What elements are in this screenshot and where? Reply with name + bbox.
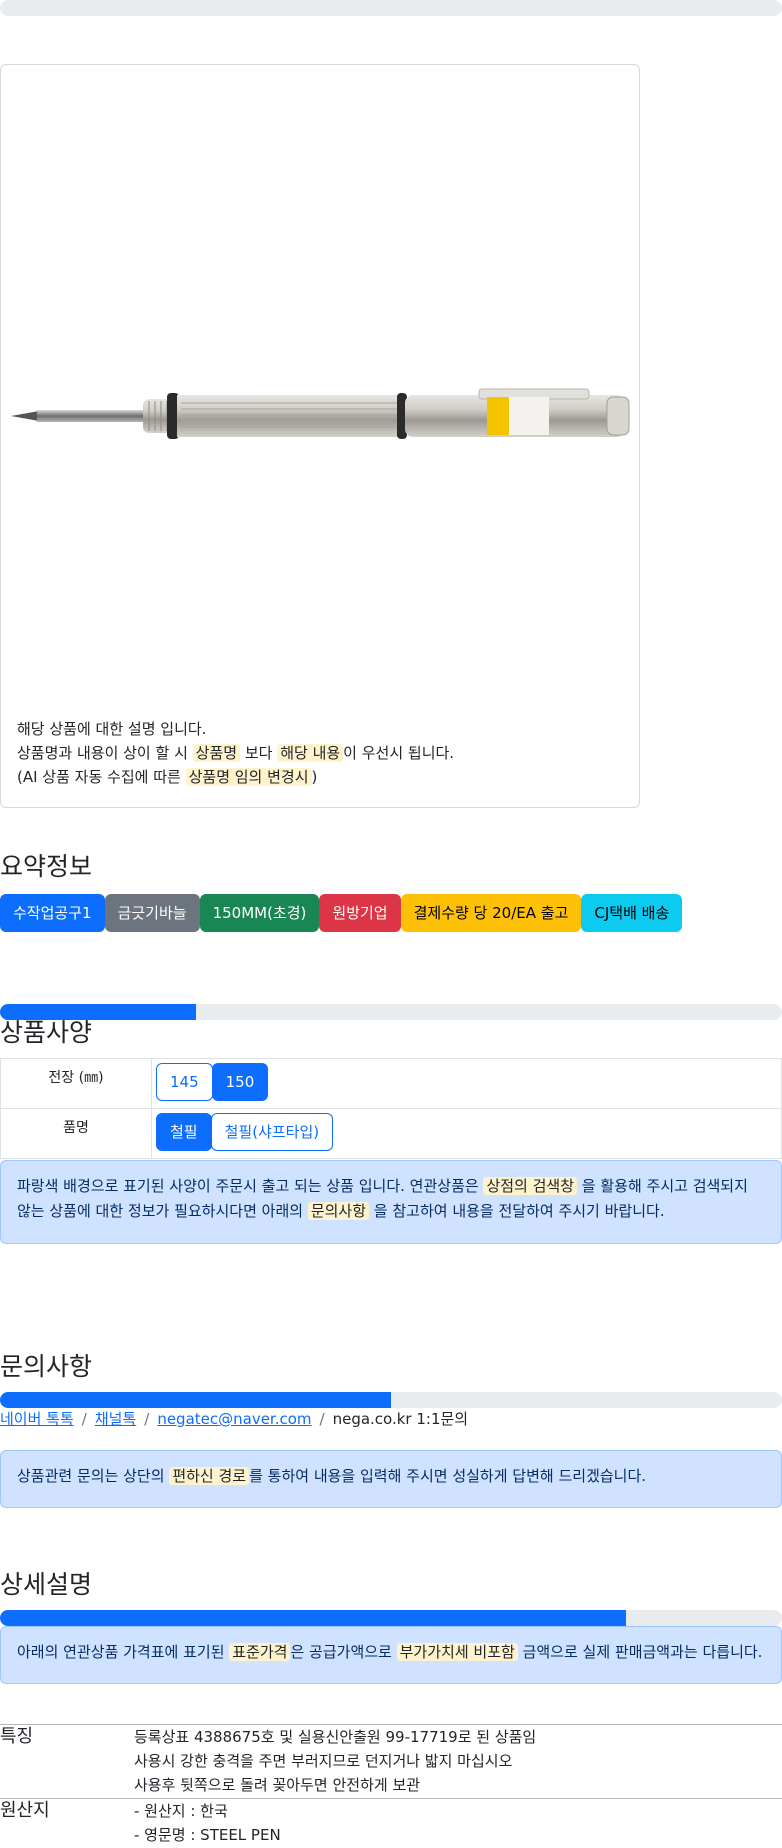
feature-row: 특징 등록상표 4388675호 및 실용신안출원 99-17719로 된 상품…: [0, 1724, 782, 1798]
option-steel-pen[interactable]: 철필: [156, 1113, 212, 1151]
link-channel-talk[interactable]: 채널톡: [95, 1410, 136, 1428]
link-email[interactable]: negatec@naver.com: [157, 1410, 311, 1428]
option-150[interactable]: 150: [211, 1063, 269, 1101]
feature-line: 사용시 강한 충격을 주면 부러지므로 던지거나 밟지 마십시오: [134, 1752, 513, 1770]
detail-progress-fill: [0, 1610, 626, 1626]
notice-text: (AI 상품 자동 수집에 따른: [17, 768, 186, 786]
spec-progress-bar: [0, 1004, 782, 1020]
spec-options-length: 145 150: [151, 1058, 782, 1109]
link-naver-talk[interactable]: 네이버 톡톡: [0, 1410, 74, 1428]
steel-pen-product-image: [11, 388, 630, 439]
alert-text: 파랑색 배경으로 표기된 사양이 주문시 출고 되는 상품 입니다. 연관상품은: [17, 1177, 484, 1195]
inquiry-title: 문의사항: [0, 1352, 93, 1381]
detail-alert-text: 아래의 연관상품 가격표에 표기된 표준가격 은 공급가액으로 부가가치세 비포함…: [17, 1640, 765, 1665]
feature-line: 등록상표 4388675호 및 실용신안출원 99-17719로 된 상품임: [134, 1728, 537, 1746]
alert-text: 아래의 연관상품 가격표에 표기된: [17, 1643, 230, 1661]
top-progress-bar: [0, 0, 782, 16]
spec-alert: 파랑색 배경으로 표기된 사양이 주문시 출고 되는 상품 입니다. 연관상품은…: [0, 1160, 782, 1244]
origin-line: - 원산지 : 한국: [134, 1802, 228, 1820]
badge-shipping: CJ택배 배송: [581, 894, 683, 932]
notice-line-2: 상품명과 내용이 상이 할 시 상품명 보다 해당 내용 이 우선시 됩니다.: [17, 741, 454, 765]
spec-options-name: 철필 철필(샤프타입): [151, 1108, 782, 1159]
highlight-channel: 편하신 경로: [169, 1467, 250, 1485]
origin-lines: - 원산지 : 한국 - 영문명 : STEEL PEN: [134, 1799, 281, 1847]
badge-product-type: 금긋기바늘: [104, 894, 200, 932]
origin-label: 원산지: [0, 1800, 50, 1821]
separator: /: [319, 1410, 325, 1428]
highlight-vat-excluded: 부가가치세 비포함: [396, 1643, 518, 1661]
notice-line-1: 해당 상품에 대한 설명 입니다.: [17, 720, 207, 738]
feature-label: 특징: [0, 1726, 34, 1747]
highlight-search-box: 상점의 검색창: [483, 1177, 578, 1195]
highlight-content: 해당 내용: [277, 744, 344, 762]
alert-text: 를 통하여 내용을 입력해 주시면 성실하게 답변해 드리겠습니다.: [249, 1467, 647, 1485]
summary-badges: 수작업공구1 금긋기바늘 150MM(초경) 원방기업 결제수량 당 20/EA…: [0, 894, 683, 932]
origin-line: - 영문명 : STEEL PEN: [134, 1826, 281, 1844]
product-notice: 해당 상품에 대한 설명 입니다. 상품명과 내용이 상이 할 시 상품명 보다…: [17, 717, 454, 789]
badge-size: 150MM(초경): [199, 894, 320, 932]
detail-title: 상세설명: [0, 1570, 93, 1599]
badge-quantity: 결제수량 당 20/EA 출고: [400, 894, 582, 932]
badge-manufacturer: 원방기업: [319, 894, 401, 932]
highlight-name-change: 상품명 임의 변경시: [185, 768, 312, 786]
inquiry-alert-text: 상품관련 문의는 상단의 편하신 경로 를 통하여 내용을 입력해 주시면 성실하…: [17, 1464, 765, 1489]
product-image-card: 해당 상품에 대한 설명 입니다. 상품명과 내용이 상이 할 시 상품명 보다…: [0, 64, 640, 808]
notice-text: ): [311, 768, 318, 786]
badge-category: 수작업공구1: [0, 894, 105, 932]
notice-text: 보다: [240, 744, 278, 762]
notice-line-3: (AI 상품 자동 수집에 따른 상품명 임의 변경시): [17, 765, 454, 789]
inquiry-channels: 네이버 톡톡 / 채널톡 / negatec@naver.com / nega.co.kr …: [0, 1408, 468, 1429]
highlight-standard-price: 표준가격: [229, 1643, 291, 1661]
inquiry-progress-bar: [0, 1392, 782, 1408]
notice-text: 상품명과 내용이 상이 할 시: [17, 744, 193, 762]
detail-progress-bar: [0, 1610, 782, 1626]
feature-lines: 등록상표 4388675호 및 실용신안출원 99-17719로 된 상품임 사…: [134, 1725, 536, 1797]
separator: /: [144, 1410, 150, 1428]
detail-alert: 아래의 연관상품 가격표에 표기된 표준가격 은 공급가액으로 부가가치세 비포함…: [0, 1626, 782, 1684]
alert-text: 은 공급가액으로: [290, 1643, 397, 1661]
alert-text: 을 참고하여 내용을 전달하여 주시기 바랍니다.: [369, 1202, 665, 1220]
site-inquiry-text: nega.co.kr 1:1문의: [332, 1410, 469, 1428]
spec-row-name: 품명 철필 철필(샤프타입): [0, 1108, 782, 1159]
highlight-inquiry: 문의사항: [307, 1202, 370, 1220]
spec-label-length: 전장 (㎜): [0, 1058, 152, 1109]
notice-text: 이 우선시 됩니다.: [343, 744, 455, 762]
origin-row: 원산지 - 원산지 : 한국 - 영문명 : STEEL PEN: [0, 1798, 782, 1848]
inquiry-alert: 상품관련 문의는 상단의 편하신 경로 를 통하여 내용을 입력해 주시면 성실하…: [0, 1450, 782, 1508]
highlight-product-name: 상품명: [192, 744, 241, 762]
option-145[interactable]: 145: [156, 1063, 213, 1101]
alert-text: 금액으로 실제 판매금액과는 다릅니다.: [517, 1643, 763, 1661]
summary-title: 요약정보: [0, 852, 93, 881]
spec-row-length: 전장 (㎜) 145 150: [0, 1058, 782, 1109]
feature-line: 사용후 뒷쪽으로 돌려 꽂아두면 안전하게 보관: [134, 1776, 421, 1794]
alert-text: 상품관련 문의는 상단의: [17, 1467, 170, 1485]
separator: /: [81, 1410, 87, 1428]
inquiry-progress-fill: [0, 1392, 391, 1408]
spec-table: 전장 (㎜) 145 150 품명 철필 철필(샤프타입): [0, 1058, 782, 1159]
option-steel-pen-sharp[interactable]: 철필(샤프타입): [210, 1113, 334, 1151]
spec-label-name: 품명: [0, 1108, 152, 1159]
spec-title: 상품사양: [0, 1018, 93, 1047]
spec-alert-text: 파랑색 배경으로 표기된 사양이 주문시 출고 되는 상품 입니다. 연관상품은…: [17, 1174, 765, 1224]
